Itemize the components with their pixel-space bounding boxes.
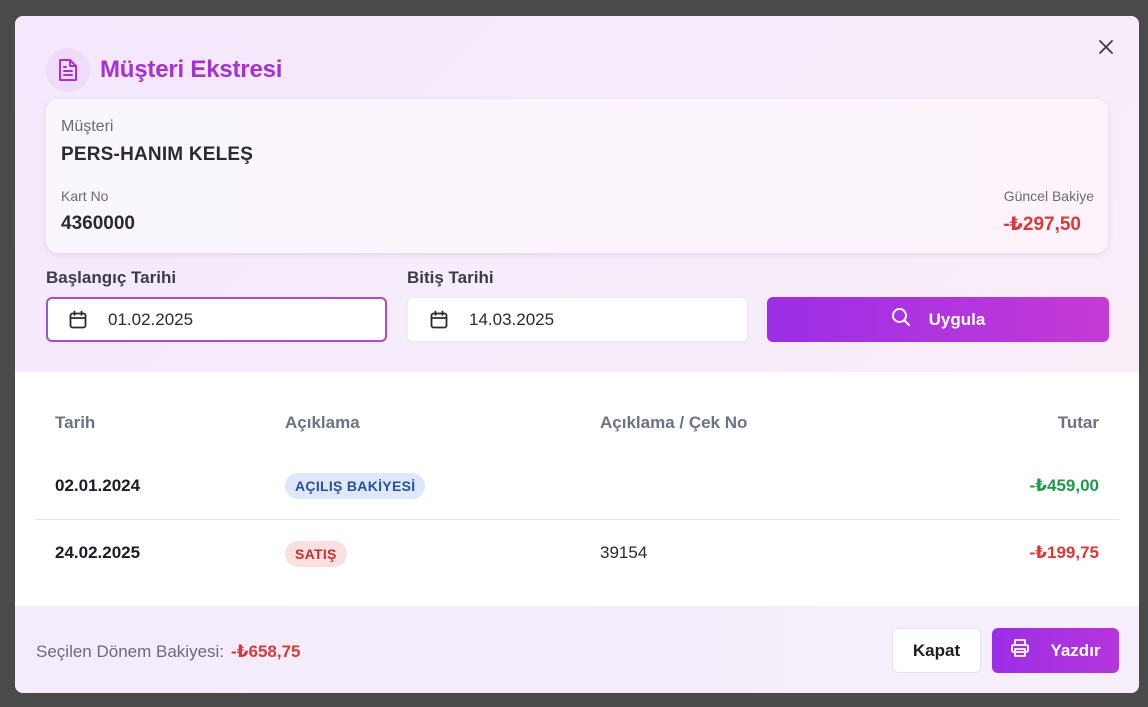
row-amount: -₺199,75 <box>1029 543 1100 562</box>
customer-info-card: Müşteri PERS-HANIM KELEŞ Kart No 4360000… <box>46 99 1108 253</box>
end-date-value: 14.03.2025 <box>469 309 555 329</box>
col-header-amount: Tutar <box>1057 413 1099 432</box>
modal-footer: Seçilen Dönem Bakiyesi: -₺658,75 Kapat Y… <box>15 606 1139 693</box>
close-button[interactable]: Kapat <box>892 628 981 673</box>
row-date: 02.01.2024 <box>55 476 141 495</box>
row-date: 24.02.2025 <box>55 543 141 562</box>
row-type-badge: SATIŞ <box>285 541 347 567</box>
col-header-description: Açıklama <box>285 413 360 432</box>
card-no-label: Kart No <box>61 188 109 204</box>
period-balance-value: -₺658,75 <box>231 642 301 661</box>
start-date-label: Başlangıç Tarihi <box>46 268 177 287</box>
customer-name: PERS-HANIM KELEŞ <box>61 144 254 165</box>
end-date-label: Bitiş Tarihi <box>407 268 494 287</box>
calendar-icon <box>68 310 88 330</box>
table-row[interactable]: 24.02.2025 SATIŞ 39154 -₺199,75 <box>35 520 1119 586</box>
modal-title-row: Müşteri Ekstresi <box>46 48 282 92</box>
statement-table: Tarih Açıklama Açıklama / Çek No Tutar 0… <box>35 372 1119 586</box>
modal-title: Müşteri Ekstresi <box>100 56 283 83</box>
start-date-value: 01.02.2025 <box>108 309 194 329</box>
current-balance-value: -₺297,50 <box>1003 214 1081 235</box>
document-icon <box>46 48 90 92</box>
search-icon <box>891 307 911 332</box>
apply-button-label: Uygula <box>928 309 986 329</box>
table-header: Tarih Açıklama Açıklama / Çek No Tutar <box>35 372 1119 472</box>
period-balance-label: Seçilen Dönem Bakiyesi: <box>36 642 225 661</box>
current-balance-label: Güncel Bakiye <box>1003 188 1094 204</box>
col-header-date: Tarih <box>55 413 96 432</box>
col-header-note: Açıklama / Çek No <box>600 413 748 432</box>
row-amount: -₺459,00 <box>1029 476 1100 495</box>
end-date-field[interactable]: 14.03.2025 <box>407 297 748 342</box>
calendar-icon <box>429 310 449 330</box>
apply-button[interactable]: Uygula <box>767 297 1109 342</box>
card-no-value: 4360000 <box>61 213 135 234</box>
table-row[interactable]: 02.01.2024 AÇILIŞ BAKİYESİ -₺459,00 <box>35 472 1119 520</box>
row-note: 39154 <box>600 543 648 562</box>
print-button-label: Yazdır <box>1050 640 1101 660</box>
customer-label: Müşteri <box>61 118 114 135</box>
statement-modal: Müşteri Ekstresi Müşteri PERS-HANIM KELE… <box>15 16 1139 693</box>
printer-icon <box>1010 638 1030 663</box>
start-date-field[interactable]: 01.02.2025 <box>46 297 387 342</box>
row-type-badge: AÇILIŞ BAKİYESİ <box>285 473 426 499</box>
print-button[interactable]: Yazdır <box>992 628 1119 673</box>
close-icon[interactable] <box>1095 36 1117 58</box>
